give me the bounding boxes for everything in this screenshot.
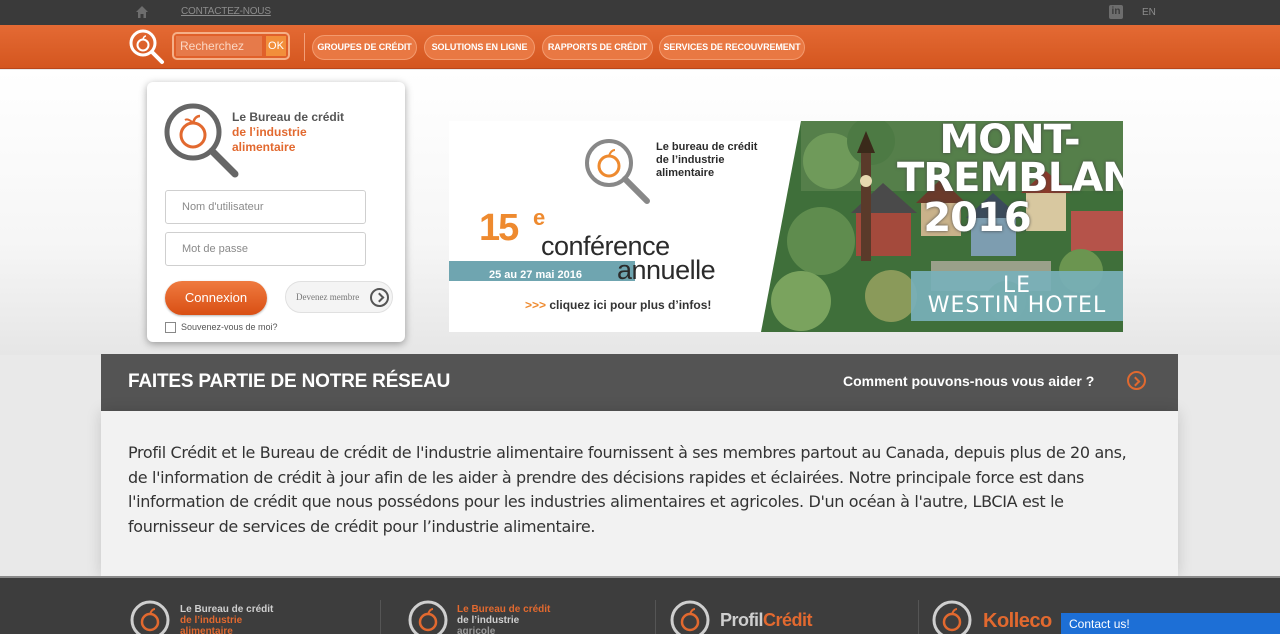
apple-magnifier-logo-icon bbox=[164, 103, 239, 178]
hotel-line-2: WESTIN HOTEL bbox=[927, 293, 1107, 318]
nav-services-de-recouvrement[interactable]: SERVICES DE RECOUVREMENT bbox=[659, 35, 805, 60]
arrow-right-circle-icon[interactable] bbox=[1127, 371, 1146, 390]
cta-arrows: >>> bbox=[525, 298, 547, 312]
footer-brand2-line-3: agricole bbox=[457, 626, 496, 634]
contact-us-chat-button[interactable]: Contact us! bbox=[1061, 613, 1280, 634]
footer-brand1-line-1: Le Bureau de crédit bbox=[180, 604, 274, 615]
remember-me-checkbox[interactable] bbox=[165, 322, 176, 333]
apple-magnifier-logo-icon[interactable] bbox=[668, 598, 712, 634]
banner-logo-text: Le bureau de crédit de l’industrie alime… bbox=[656, 141, 757, 180]
remember-me-label: Souvenez-vous de moi? bbox=[181, 322, 278, 332]
conference-banner[interactable]: Le bureau de crédit de l’industrie alime… bbox=[449, 121, 1123, 332]
mont-tremblant-title: MONT- TREMBLANT bbox=[897, 121, 1123, 201]
network-title: FAITES PARTIE DE NOTRE RÉSEAU bbox=[128, 371, 451, 392]
connexion-button[interactable]: Connexion bbox=[165, 281, 267, 315]
apple-magnifier-logo-icon[interactable] bbox=[128, 28, 166, 66]
footer-brand1-line-2: de l’industrie bbox=[180, 615, 243, 626]
ordinal-number: 15 bbox=[479, 207, 519, 249]
home-icon[interactable] bbox=[135, 5, 149, 19]
arrow-right-circle-icon bbox=[370, 288, 389, 307]
apple-magnifier-logo-icon[interactable] bbox=[128, 598, 172, 634]
username-field[interactable] bbox=[165, 190, 366, 224]
become-member-button[interactable]: Devenez membre bbox=[285, 281, 393, 313]
event-dates: 25 au 27 mai 2016 bbox=[489, 269, 582, 281]
contact-link[interactable]: CONTACTEZ-NOUS bbox=[181, 6, 271, 17]
footer-brand3-part-b: Crédit bbox=[763, 610, 813, 630]
footer-brand3-part-a: Profil bbox=[720, 610, 764, 630]
annuelle-word: annuelle bbox=[617, 255, 716, 285]
search-box: OK bbox=[172, 32, 290, 60]
nav-divider bbox=[304, 33, 305, 61]
footer-divider bbox=[655, 600, 656, 634]
search-input[interactable] bbox=[176, 36, 262, 56]
banner-logo-line-1: Le bureau de crédit bbox=[656, 141, 758, 153]
place-line-2: TREMBLANT bbox=[897, 155, 1123, 201]
cta-label: cliquez ici pour plus d’infos! bbox=[549, 298, 712, 312]
language-switch[interactable]: EN bbox=[1142, 7, 1156, 18]
network-description: Profil Crédit et le Bureau de crédit de … bbox=[128, 443, 1127, 536]
become-member-label: Devenez membre bbox=[296, 292, 360, 302]
footer-brand-profilcredit[interactable]: ProfilCrédit bbox=[720, 610, 813, 631]
banner-cta[interactable]: >>> cliquez ici pour plus d’infos! bbox=[525, 298, 711, 312]
password-field[interactable] bbox=[165, 232, 366, 266]
place-line-1: MONT- bbox=[939, 121, 1080, 163]
apple-magnifier-logo-icon bbox=[585, 139, 650, 204]
banner-logo-line-3: alimentaire bbox=[656, 167, 715, 179]
footer-brand1-line-3: alimentaire bbox=[180, 626, 233, 634]
logo-line-3: alimentaire bbox=[232, 140, 296, 154]
apple-magnifier-logo-icon[interactable] bbox=[406, 598, 450, 634]
logo-line-2: de l’industrie bbox=[232, 125, 307, 139]
network-header: FAITES PARTIE DE NOTRE RÉSEAU Comment po… bbox=[101, 354, 1178, 411]
login-logo-text: Le Bureau de crédit de l’industrie alime… bbox=[232, 110, 382, 155]
nav-rapports-de-credit[interactable]: RAPPORTS DE CRÉDIT bbox=[542, 35, 653, 60]
event-year: 2016 bbox=[923, 195, 1031, 241]
network-content: Profil Crédit et le Bureau de crédit de … bbox=[101, 411, 1178, 576]
top-bar: CONTACTEZ-NOUS in EN bbox=[0, 0, 1280, 25]
main-nav: OK GROUPES DE CRÉDIT SOLUTIONS EN LIGNE … bbox=[0, 25, 1280, 69]
logo-line-1: Le Bureau de crédit bbox=[232, 110, 345, 124]
banner-logo-line-2: de l’industrie bbox=[656, 154, 725, 166]
footer-divider bbox=[918, 600, 919, 634]
search-ok-button[interactable]: OK bbox=[266, 36, 286, 56]
footer-brand-kolleco[interactable]: Kolleco bbox=[983, 610, 1052, 633]
footer-divider bbox=[380, 600, 381, 634]
footer-brand-alimentaire[interactable]: Le Bureau de crédit de l’industrie alime… bbox=[180, 604, 273, 634]
footer-brand2-line-2: de l’industrie bbox=[457, 615, 520, 626]
footer-brand2-line-1: Le Bureau de crédit bbox=[457, 604, 551, 615]
login-panel: Le Bureau de crédit de l’industrie alime… bbox=[147, 82, 405, 342]
ordinal-suffix: e bbox=[533, 205, 546, 230]
linkedin-icon[interactable]: in bbox=[1109, 5, 1123, 19]
nav-groupes-de-credit[interactable]: GROUPES DE CRÉDIT bbox=[312, 35, 417, 60]
footer-brand-agricole[interactable]: Le Bureau de crédit de l’industrie agric… bbox=[457, 604, 550, 634]
apple-magnifier-logo-icon[interactable] bbox=[930, 598, 974, 634]
nav-solutions-en-ligne[interactable]: SOLUTIONS EN LIGNE bbox=[424, 35, 535, 60]
help-link[interactable]: Comment pouvons-nous vous aider ? bbox=[843, 373, 1094, 389]
